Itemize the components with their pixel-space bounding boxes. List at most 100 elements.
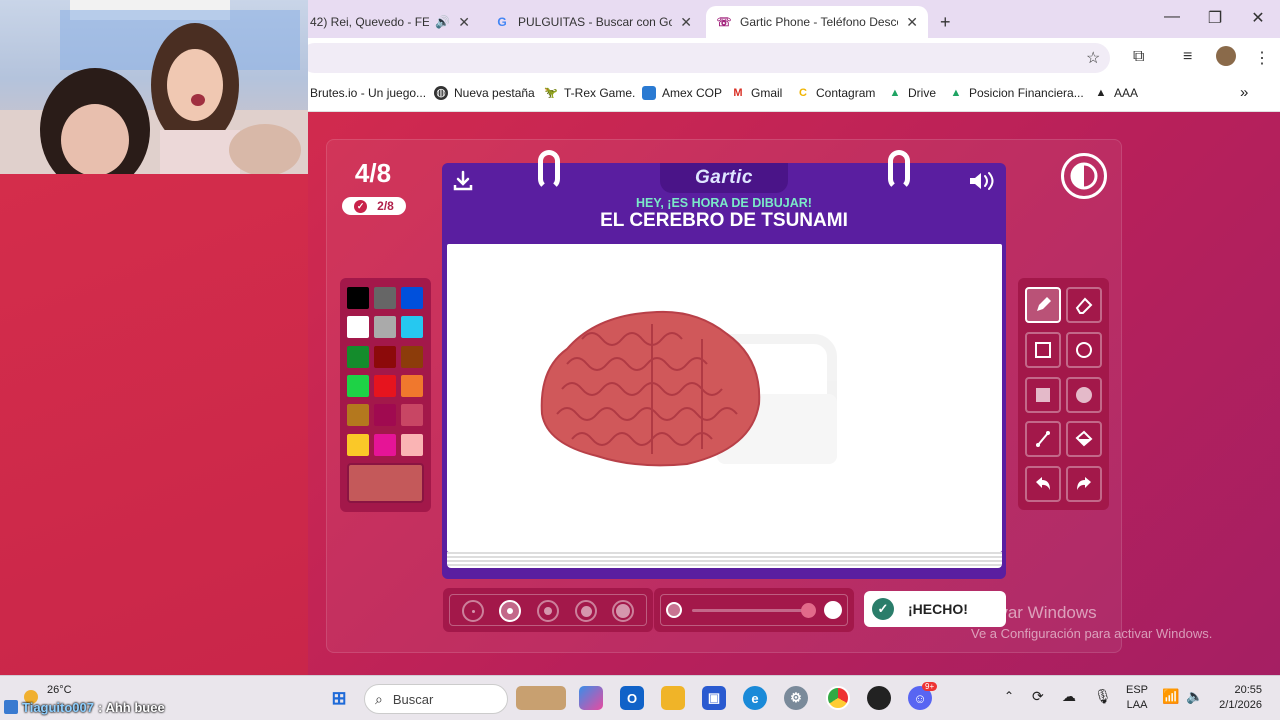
restore-icon[interactable]: ❐ — [1195, 8, 1235, 28]
color-swatch[interactable] — [374, 345, 396, 368]
bookmark-aaa[interactable]: ▲ AAA — [1094, 86, 1138, 100]
color-swatch[interactable] — [347, 316, 369, 339]
redo-tool[interactable] — [1066, 466, 1102, 502]
copilot-icon[interactable] — [579, 686, 603, 710]
color-swatch[interactable] — [401, 287, 423, 309]
star-icon[interactable]: ☆ — [1086, 48, 1100, 68]
round-counter: 4/8 — [354, 158, 392, 188]
more-bookmarks-icon[interactable]: » — [1240, 84, 1248, 101]
color-swatch[interactable] — [374, 404, 396, 427]
bookmark-trex[interactable]: 🦖 T-Rex Game. — [544, 86, 635, 100]
eraser-tool[interactable] — [1066, 287, 1102, 323]
rectangle-outline-tool[interactable] — [1025, 332, 1061, 368]
chevron-up-icon[interactable]: ⌃ — [1004, 689, 1014, 703]
drawing-canvas[interactable] — [447, 244, 1002, 552]
bookmark-drive[interactable]: ▲ Drive — [888, 86, 936, 100]
color-swatch[interactable] — [347, 287, 369, 309]
contrast-toggle[interactable] — [1061, 153, 1107, 199]
cloud-icon[interactable]: ☁ — [1062, 688, 1076, 705]
watermark-subtitle: Ve a Configuración para activar Windows. — [971, 626, 1213, 641]
taskbar-search[interactable]: ⌕ Buscar — [364, 684, 508, 714]
brush-size-5[interactable] — [612, 600, 634, 622]
ellipse-fill-tool[interactable] — [1066, 377, 1102, 413]
tab-music[interactable]: 42) Rei, Quevedo - FERN 🔊 ✕ — [300, 6, 480, 38]
color-swatch[interactable] — [347, 433, 369, 456]
bookmark-nueva-pestana[interactable]: ◍ Nueva pestaña — [434, 86, 535, 100]
profile-avatar[interactable] — [1216, 46, 1236, 66]
language-indicator[interactable]: ESP LAA — [1126, 684, 1148, 711]
color-swatch[interactable] — [401, 374, 423, 397]
brush-size-1[interactable] — [462, 600, 484, 622]
clock[interactable]: 20:55 2/1/2026 — [1214, 684, 1262, 711]
store-icon[interactable]: ▣ — [702, 686, 726, 710]
windows-start-icon[interactable]: ⊞ — [327, 686, 351, 710]
left-background — [0, 174, 308, 675]
edge-icon[interactable]: e — [743, 686, 767, 710]
rectangle-fill-tool[interactable] — [1025, 377, 1061, 413]
language-bottom: LAA — [1126, 699, 1148, 711]
close-icon[interactable]: ✕ — [680, 14, 692, 31]
opacity-min-dot — [666, 602, 682, 618]
close-icon[interactable]: ✕ — [906, 14, 918, 31]
color-swatch[interactable] — [374, 287, 396, 309]
bookmark-label: Drive — [908, 86, 937, 100]
line-tool[interactable] — [1025, 421, 1061, 457]
contrast-icon — [1070, 162, 1098, 190]
color-swatch[interactable] — [401, 433, 423, 456]
bookmark-brutes[interactable]: Brutes.io - Un juego... — [310, 86, 426, 100]
color-swatch[interactable] — [347, 374, 369, 397]
sync-icon[interactable]: ⟳ — [1032, 688, 1044, 705]
minimize-icon[interactable]: — — [1152, 8, 1192, 26]
opacity-slider-thumb[interactable] — [801, 603, 816, 618]
media-control-icon[interactable]: ≡ — [1183, 48, 1192, 66]
color-swatch[interactable] — [374, 316, 396, 339]
opacity-slider-track[interactable] — [692, 609, 804, 612]
tab-gartic-phone[interactable]: ☏ Gartic Phone - Teléfono Descon ✕ — [706, 6, 928, 38]
brush-size-2[interactable] — [499, 600, 521, 622]
bookmark-amex[interactable]: Amex COP — [642, 86, 722, 100]
webcam-overlay — [0, 0, 308, 174]
ellipse-outline-tool[interactable] — [1066, 332, 1102, 368]
color-swatch[interactable] — [347, 404, 369, 427]
aaa-icon: ▲ — [1095, 87, 1107, 99]
volume-tray-icon[interactable]: 🔈 — [1186, 688, 1203, 705]
search-highlight-icon[interactable] — [516, 686, 566, 710]
wifi-icon[interactable]: 📶 — [1162, 688, 1179, 705]
players-done-badge: ✓ 2/8 — [342, 197, 406, 215]
address-bar[interactable] — [300, 43, 1110, 73]
chrome-icon[interactable] — [826, 686, 850, 710]
color-swatch[interactable] — [374, 433, 396, 456]
color-swatch[interactable] — [401, 404, 423, 427]
pencil-tool[interactable] — [1025, 287, 1061, 323]
fill-bucket-tool[interactable] — [1066, 421, 1102, 457]
bookmark-label: AAA — [1114, 86, 1139, 100]
chat-username: Tiaguito007 — [22, 699, 95, 715]
color-swatch[interactable] — [374, 374, 396, 397]
brush-size-3[interactable] — [537, 600, 559, 622]
size-dot — [544, 607, 552, 615]
color-swatch[interactable] — [401, 316, 423, 339]
new-tab-button[interactable]: + — [930, 6, 960, 38]
square-filled-icon — [1036, 388, 1050, 402]
bookmark-contagram[interactable]: C Contagram — [796, 86, 875, 100]
color-swatch[interactable] — [347, 345, 369, 368]
undo-tool[interactable] — [1025, 466, 1061, 502]
bookmark-posicion-financiera[interactable]: ▲ Posicion Financiera... — [949, 86, 1084, 100]
outlook-icon[interactable]: O — [620, 686, 644, 710]
tab-google-search[interactable]: G PULGUITAS - Buscar con Googl ✕ — [484, 6, 702, 38]
weather-temperature[interactable]: 26°C — [47, 684, 72, 696]
file-explorer-icon[interactable] — [661, 686, 685, 710]
audio-icon[interactable]: 🔊 — [435, 15, 450, 29]
menu-icon[interactable]: ⋮ — [1254, 48, 1270, 68]
settings-icon[interactable]: ⚙ — [784, 686, 808, 710]
microphone-icon[interactable]: 🎙 — [1094, 688, 1112, 705]
extensions-icon[interactable]: ⧉ — [1133, 48, 1144, 66]
volume-icon[interactable] — [968, 170, 996, 192]
download-icon[interactable] — [452, 170, 474, 192]
brush-size-4[interactable] — [575, 600, 597, 622]
bookmark-gmail[interactable]: M Gmail — [731, 86, 782, 100]
close-window-icon[interactable]: ✕ — [1238, 8, 1278, 28]
color-swatch[interactable] — [401, 345, 423, 368]
close-icon[interactable]: ✕ — [458, 14, 470, 31]
obs-icon[interactable] — [867, 686, 891, 710]
